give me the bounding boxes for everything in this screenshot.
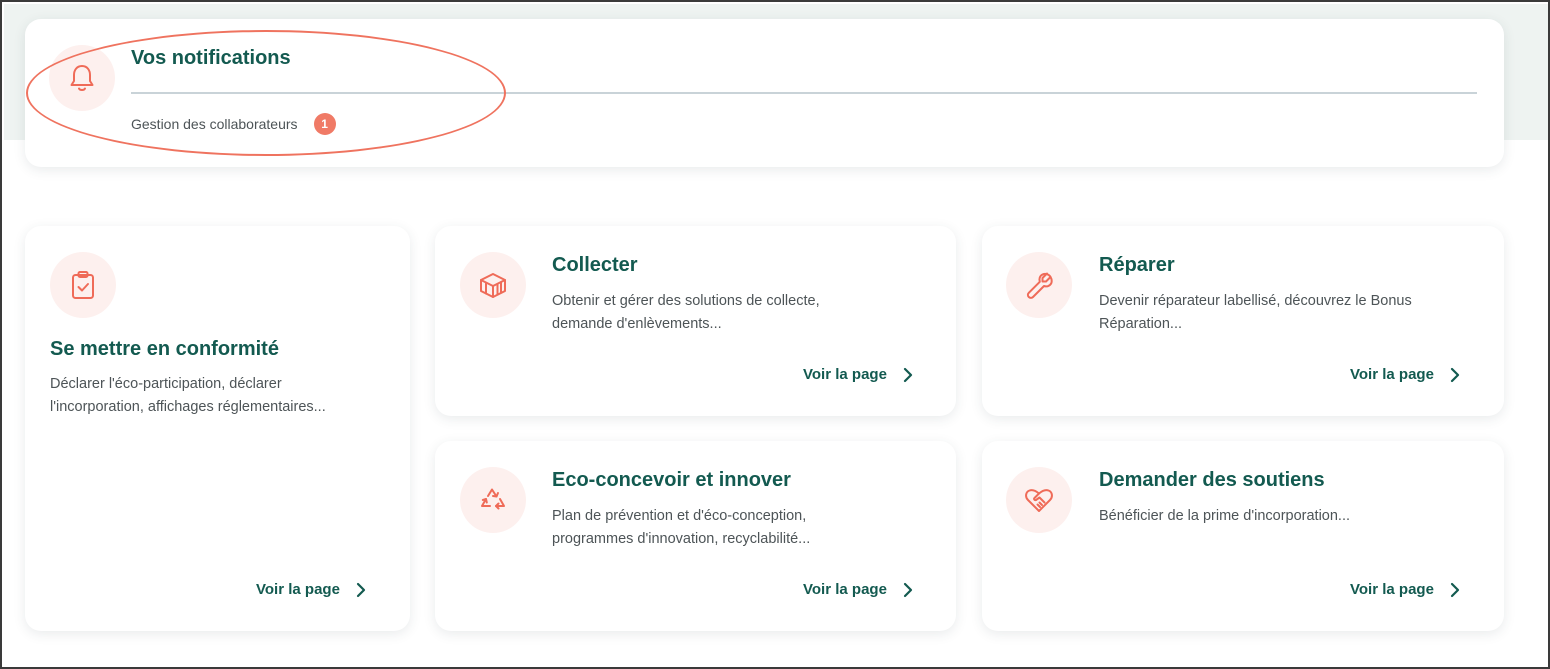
- chevron-right-icon: [903, 367, 913, 382]
- tile-title: Eco-concevoir et innover: [552, 469, 791, 491]
- tile-description: Bénéficier de la prime d'incorporation..…: [1099, 508, 1351, 524]
- voir-la-page-link[interactable]: Voir la page: [1350, 366, 1462, 383]
- voir-la-page-link[interactable]: Voir la page: [256, 581, 368, 598]
- tile-title: Collecter: [552, 254, 638, 276]
- notification-count-badge: 1: [313, 113, 336, 135]
- tile-title: Demander des soutiens: [1099, 469, 1325, 491]
- voir-la-page-link[interactable]: Voir la page: [803, 366, 915, 383]
- tile-soutiens[interactable]: Demander des soutiens Bénéficier de la p…: [982, 441, 1504, 631]
- tile-description: Obtenir et gérer des solutions de collec…: [552, 293, 820, 332]
- tile-title: Se mettre en conformité: [50, 338, 279, 360]
- page-frame: Vos notifications Gestion des collaborat…: [0, 0, 1550, 669]
- tile-title: Réparer: [1099, 254, 1175, 276]
- notification-item-label: Gestion des collaborateurs: [131, 116, 298, 132]
- tile-eco-concevoir[interactable]: Eco-concevoir et innover Plan de prévent…: [435, 441, 956, 631]
- box-icon: [460, 252, 526, 318]
- tile-conformite[interactable]: Se mettre en conformité Déclarer l'éco-p…: [25, 226, 410, 631]
- tile-description: Plan de prévention et d'éco-conception, …: [552, 508, 811, 547]
- bell-icon: [49, 45, 115, 111]
- chevron-right-icon: [1450, 367, 1460, 382]
- tile-description: Déclarer l'éco-participation, déclarer l…: [50, 376, 326, 415]
- chevron-right-icon: [356, 582, 366, 597]
- recycle-icon: [460, 467, 526, 533]
- chevron-right-icon: [903, 582, 913, 597]
- tile-collecter[interactable]: Collecter Obtenir et gérer des solutions…: [435, 226, 956, 416]
- notifications-card: Vos notifications Gestion des collaborat…: [25, 19, 1504, 167]
- chevron-right-icon: [1450, 582, 1460, 597]
- tile-description: Devenir réparateur labellisé, découvrez …: [1099, 293, 1412, 332]
- tile-reparer[interactable]: Réparer Devenir réparateur labellisé, dé…: [982, 226, 1504, 416]
- clipboard-check-icon: [50, 252, 116, 318]
- notification-item-collaborateurs[interactable]: Gestion des collaborateurs 1: [131, 113, 336, 135]
- wrench-icon: [1006, 252, 1072, 318]
- voir-la-page-link[interactable]: Voir la page: [803, 581, 915, 598]
- heart-handshake-icon: [1006, 467, 1072, 533]
- voir-la-page-link[interactable]: Voir la page: [1350, 581, 1462, 598]
- notifications-divider: [131, 92, 1477, 94]
- notifications-title: Vos notifications: [131, 47, 291, 69]
